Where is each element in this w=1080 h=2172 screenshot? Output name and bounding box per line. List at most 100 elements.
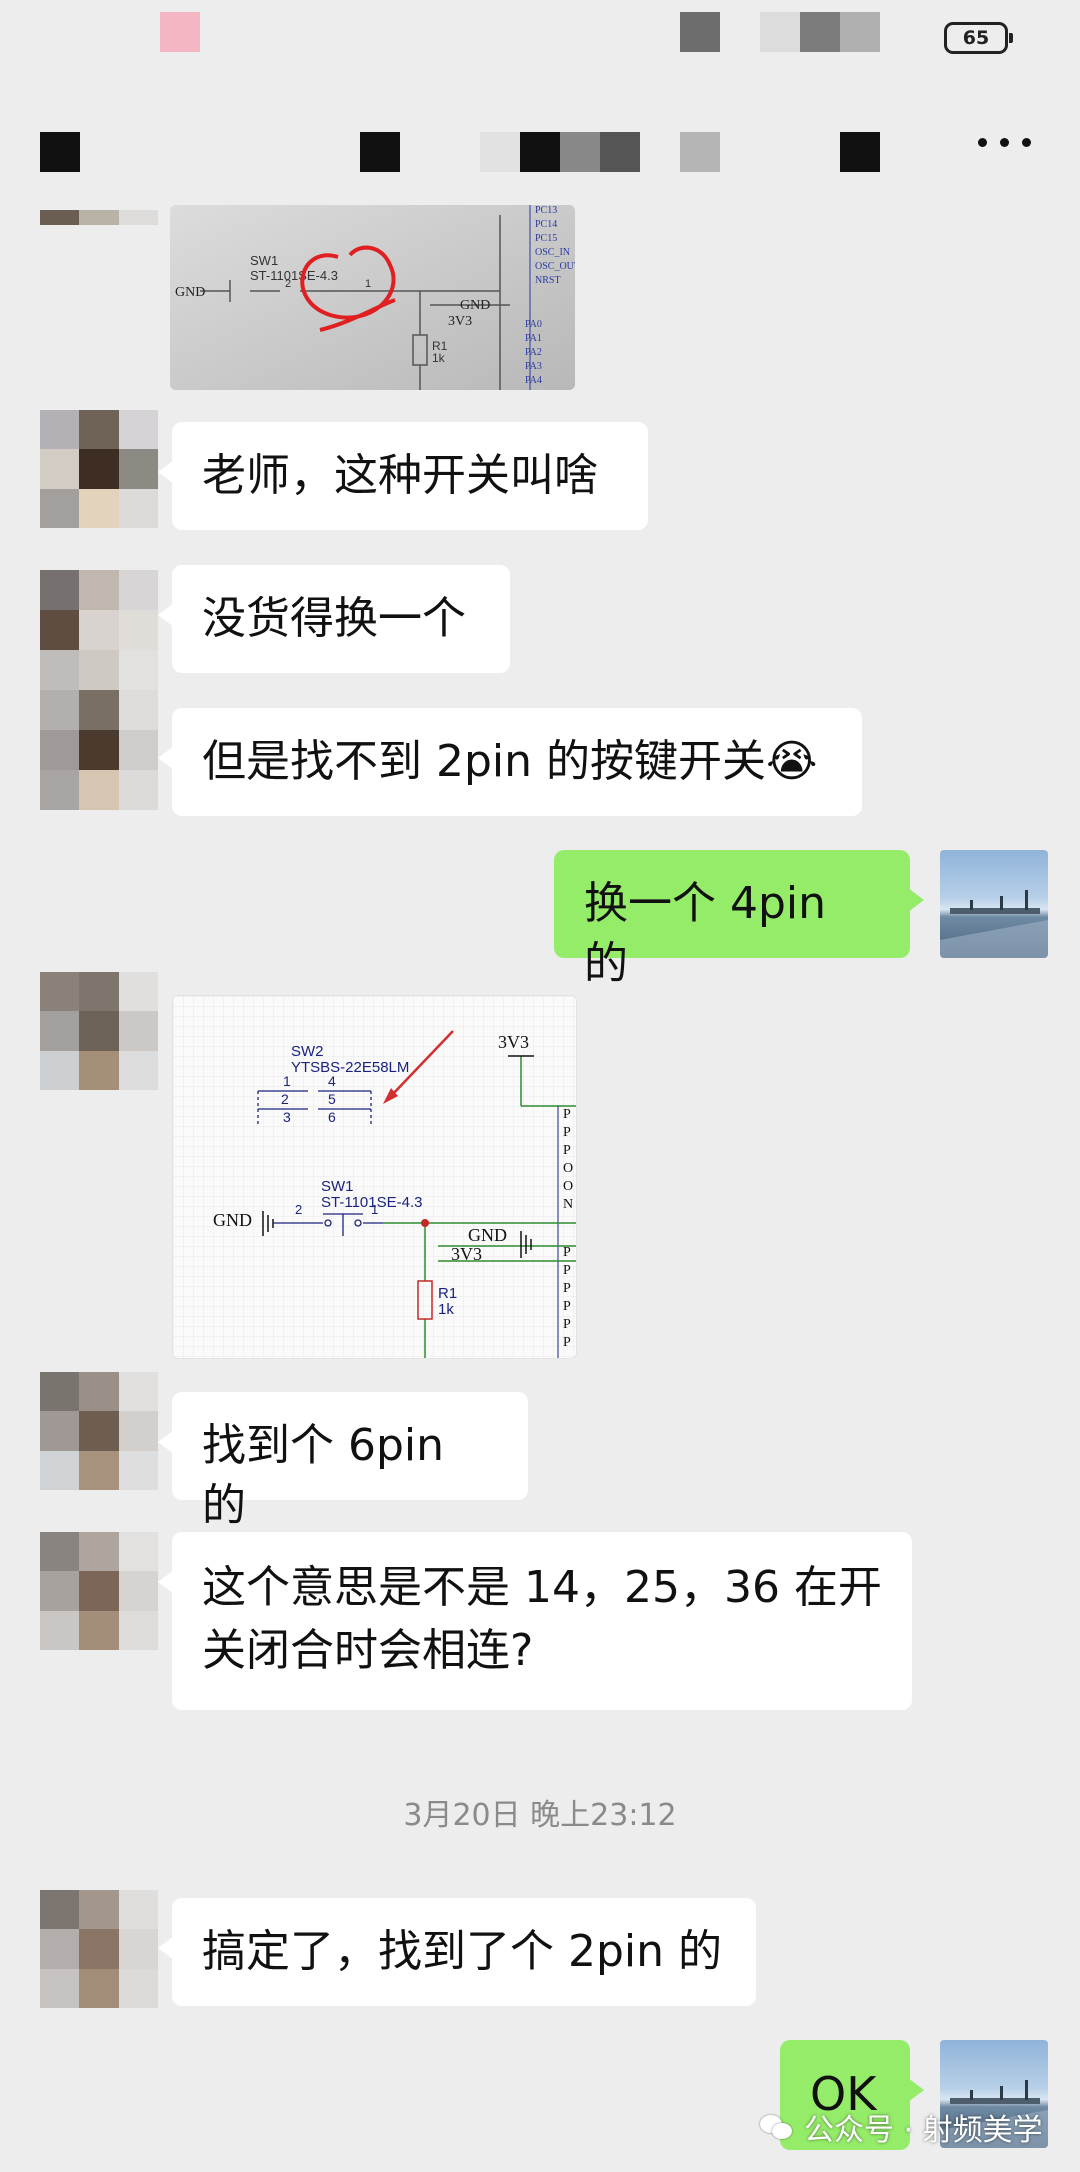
mcu-pin-label: P bbox=[563, 1263, 571, 1278]
battery-icon: 65 bbox=[944, 22, 1013, 54]
message-text: 找到个 6pin 的 bbox=[202, 1420, 445, 1531]
mcu-pin-label: PC13 bbox=[535, 205, 557, 216]
more-dot-icon bbox=[1022, 138, 1031, 147]
chat-title-blurred-3 bbox=[520, 132, 560, 172]
avatar[interactable] bbox=[40, 210, 158, 255]
schematic-image: SW2 YTSBS-22E58LM 1 2 3 4 5 6 3V3 P P P … bbox=[173, 996, 576, 1358]
crying-emoji-icon: 😭 bbox=[766, 736, 818, 787]
sw2-pin-label: 3 bbox=[283, 1109, 291, 1125]
avatar[interactable] bbox=[40, 1532, 158, 1650]
mcu-pin-label: PC14 bbox=[535, 219, 557, 230]
message-bubble[interactable]: 没货得换一个 bbox=[158, 565, 510, 673]
mcu-pin-label: PA4 bbox=[525, 375, 542, 386]
mcu-pin-label: PA3 bbox=[525, 361, 542, 372]
chat-title-blurred bbox=[360, 132, 400, 172]
avatar[interactable] bbox=[40, 570, 158, 810]
pin-2-label: 2 bbox=[285, 278, 291, 290]
mcu-pin-label: P bbox=[563, 1125, 571, 1140]
gnd-label: GND bbox=[175, 285, 205, 300]
more-options-button[interactable] bbox=[976, 126, 1036, 156]
vcc-label: 3V3 bbox=[448, 314, 472, 329]
avatar[interactable] bbox=[40, 972, 158, 1090]
schematic-photo: SW1 ST-1101SE-4.3 GND GND 3V3 R1 1k 2 1 … bbox=[170, 205, 575, 390]
message-bubble[interactable]: 老师，这种开关叫啥 bbox=[158, 422, 648, 530]
pin-1-label: 1 bbox=[371, 1202, 378, 1217]
sw1-label: SW1 bbox=[250, 253, 278, 268]
message-text: 老师，这种开关叫啥 bbox=[202, 450, 598, 501]
mcu-pin-label: PA0 bbox=[525, 319, 542, 330]
chat-title-blurred-6 bbox=[680, 132, 720, 172]
chat-title-blurred-2 bbox=[480, 132, 520, 172]
status-notification-icon bbox=[160, 12, 200, 52]
pin-1-label: 1 bbox=[365, 278, 371, 290]
mcu-pin-label: P bbox=[563, 1317, 571, 1332]
mcu-pin-label: NRST bbox=[535, 275, 561, 286]
chat-title-blurred-5 bbox=[600, 132, 640, 172]
watermark-text: 公众号 · 射频美学 bbox=[804, 2113, 1043, 2148]
mcu-pin-label: P bbox=[563, 1335, 571, 1350]
sw1-label: SW1 bbox=[321, 1178, 354, 1195]
back-button[interactable] bbox=[40, 132, 80, 172]
sw1-part-label: ST-1101SE-4.3 bbox=[250, 268, 338, 283]
avatar[interactable] bbox=[40, 410, 158, 528]
sw2-pin-label: 6 bbox=[328, 1109, 336, 1125]
gnd-label: GND bbox=[213, 1210, 252, 1230]
more-dot-icon bbox=[1000, 138, 1009, 147]
message-bubble[interactable]: 这个意思是不是 14，25，36 在开 关闭合时会相连? bbox=[158, 1532, 912, 1710]
mcu-pin-label: PA1 bbox=[525, 333, 542, 344]
r1-label: R1 bbox=[438, 1285, 457, 1302]
mcu-pin-label: P bbox=[563, 1245, 571, 1260]
avatar-landscape-image bbox=[940, 890, 1048, 958]
mcu-pin-label: P bbox=[563, 1281, 571, 1296]
mcu-pin-label: O bbox=[563, 1179, 573, 1194]
chat-title-blurred-7 bbox=[840, 132, 880, 172]
sw2-pin-label: 1 bbox=[283, 1073, 291, 1089]
message-bubble[interactable]: 搞定了，找到了个 2pin 的 bbox=[158, 1898, 756, 2006]
message-text: 但是找不到 2pin 的按键开关 bbox=[202, 736, 767, 787]
vcc-label-2: 3V3 bbox=[451, 1244, 482, 1264]
image-message-schematic-top[interactable]: SW1 ST-1101SE-4.3 GND GND 3V3 R1 1k 2 1 … bbox=[170, 205, 575, 390]
status-network-icon-2 bbox=[840, 12, 880, 52]
message-bubble[interactable]: 找到个 6pin 的 bbox=[158, 1392, 528, 1531]
mcu-pin-label: N bbox=[563, 1197, 573, 1212]
r1-value: 1k bbox=[438, 1301, 454, 1318]
message-bubble[interactable]: 但是找不到 2pin 的按键开关😭 bbox=[158, 708, 862, 816]
status-signal-icon bbox=[680, 12, 720, 52]
chat-title-blurred-4 bbox=[560, 132, 600, 172]
more-dot-icon bbox=[978, 138, 987, 147]
sw2-pin-label: 4 bbox=[328, 1073, 336, 1089]
watermark: 公众号 · 射频美学 bbox=[760, 2105, 1043, 2149]
avatar[interactable] bbox=[40, 1372, 158, 1490]
timestamp-separator: 3月20日 晚上23:12 bbox=[403, 1798, 677, 1833]
r1-value: 1k bbox=[432, 351, 446, 365]
mcu-pin-label: OSC_OUT bbox=[535, 261, 575, 272]
mcu-pin-label: P bbox=[563, 1107, 571, 1122]
mcu-pin-label: P bbox=[563, 1299, 571, 1314]
mcu-pin-label: OSC_IN bbox=[535, 247, 570, 258]
mcu-pin-label: P bbox=[563, 1143, 571, 1158]
status-network-icon bbox=[800, 12, 840, 52]
sw2-part-label: YTSBS-22E58LM bbox=[291, 1059, 409, 1076]
vcc-label: 3V3 bbox=[498, 1032, 529, 1052]
avatar[interactable] bbox=[40, 1890, 158, 2008]
sw2-pin-label: 2 bbox=[281, 1091, 289, 1107]
wechat-icon bbox=[760, 2113, 794, 2141]
message-bubble-self[interactable]: 换一个 4pin 的 bbox=[554, 850, 924, 989]
image-message-schematic[interactable]: SW2 YTSBS-22E58LM 1 2 3 4 5 6 3V3 P P P … bbox=[172, 995, 577, 1359]
mcu-pin-label: O bbox=[563, 1161, 573, 1176]
status-wifi-icon bbox=[760, 12, 800, 52]
message-text: 换一个 4pin 的 bbox=[584, 878, 827, 989]
message-text: 搞定了，找到了个 2pin 的 bbox=[202, 1926, 723, 1977]
message-text-line: 这个意思是不是 14，25，36 在开 bbox=[202, 1562, 882, 1613]
mcu-pin-label: PC15 bbox=[535, 233, 557, 244]
battery-level: 65 bbox=[962, 27, 990, 49]
message-text-line: 关闭合时会相连? bbox=[202, 1625, 534, 1676]
message-text: 没货得换一个 bbox=[202, 593, 466, 644]
gnd-label-2: GND bbox=[468, 1225, 507, 1245]
sw2-label: SW2 bbox=[291, 1043, 324, 1060]
gnd-label-2: GND bbox=[460, 298, 490, 313]
mcu-pin-label: PA2 bbox=[525, 347, 542, 358]
junction-dot bbox=[421, 1219, 429, 1227]
avatar-self[interactable] bbox=[940, 850, 1048, 958]
sw2-pin-label: 5 bbox=[328, 1091, 336, 1107]
